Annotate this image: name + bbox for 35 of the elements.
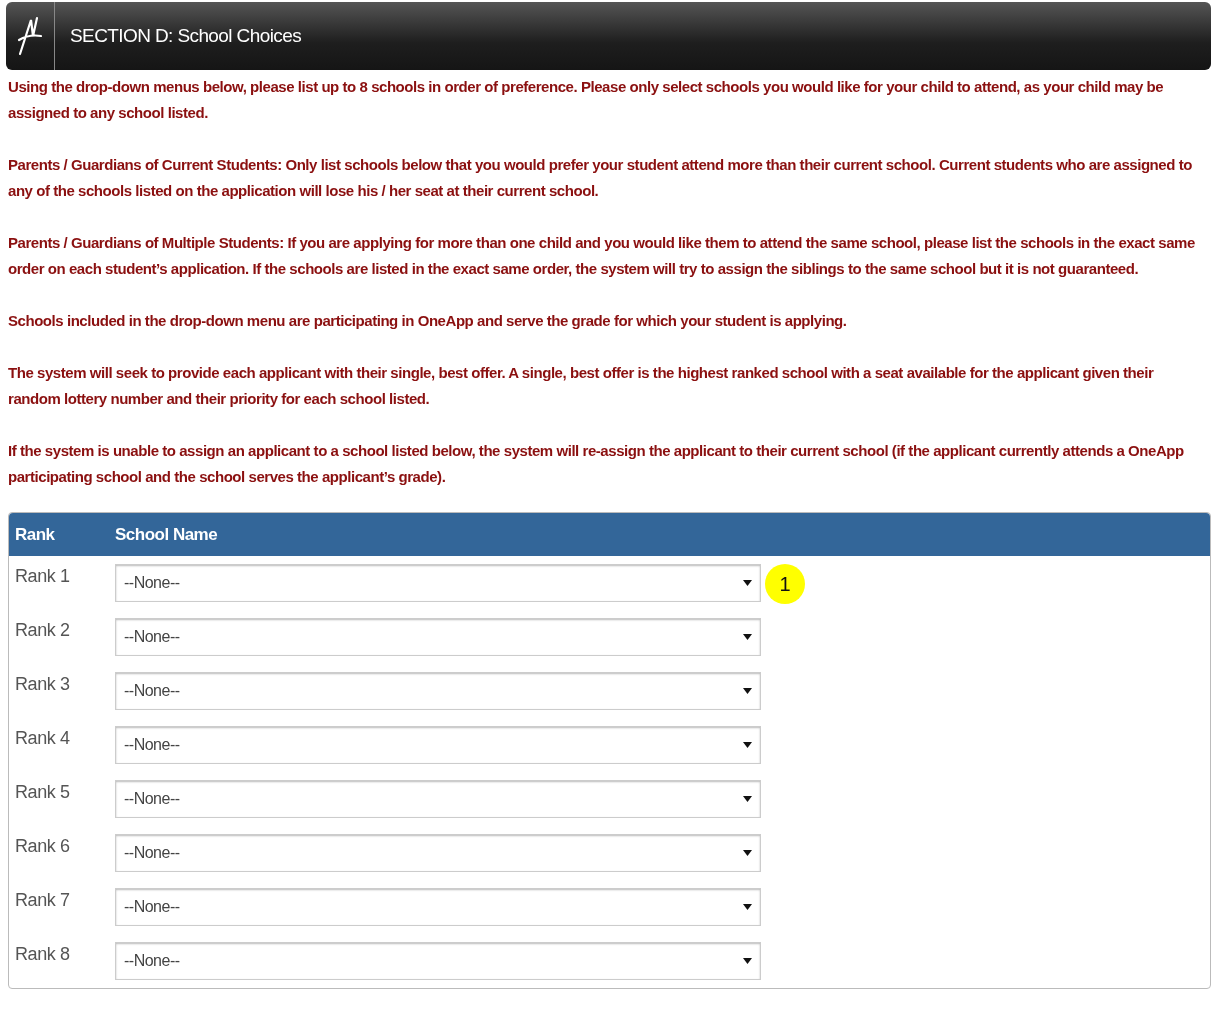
rank-label: Rank 1 (14, 566, 71, 587)
rank-label: Rank 7 (14, 890, 71, 911)
instruction-paragraph: Parents / Guardians of Current Students: Only list schools below that you would prefer your student attend more than their current school. Current students who are assigned to any of the schools listed on the application will lose his / her seat at their current school. (8, 155, 1193, 201)
instruction-paragraph: Using the drop-down menus below, please list up to 8 schools in order of preference. Please only select schools you would like for your child to attend, as your child may be assigned to any school listed. (8, 77, 1165, 123)
rank-label: Rank 5 (14, 782, 71, 803)
section-title: SECTION D: School Choices (70, 25, 302, 47)
instruction-paragraph: Schools included in the drop-down menu are participating in OneApp and serve the grade for which your student is applying. (8, 311, 848, 331)
school-dropdown[interactable]: --None-- (115, 780, 761, 818)
school-dropdown[interactable]: --None-- (115, 942, 761, 980)
caret-icon (743, 796, 752, 802)
rank-label: Rank 6 (14, 836, 71, 857)
caret-icon (743, 634, 752, 640)
caret-icon (743, 688, 752, 694)
callout-badge: 1 (765, 564, 805, 604)
caret-icon (743, 904, 752, 910)
school-dropdown[interactable]: --None-- (115, 834, 761, 872)
signature-logo-icon (17, 16, 43, 56)
caret-icon (743, 580, 752, 586)
school-dropdown[interactable]: --None-- (115, 888, 761, 926)
column-header: School Name (115, 524, 218, 545)
instruction-paragraph: If the system is unable to assign an applicant to a school listed below, the system will re-assign the applicant to their current school (if the applicant currently attends a OneApp participating school and the school serves the applicant’s grade). (8, 441, 1185, 487)
rank-label: Rank 2 (14, 620, 71, 641)
rank-label: Rank 8 (14, 944, 71, 965)
school-dropdown[interactable]: --None-- (115, 618, 761, 656)
caret-icon (743, 958, 752, 964)
rank-label: Rank 3 (14, 674, 71, 695)
caret-icon (743, 850, 752, 856)
rank-label: Rank 4 (14, 728, 71, 749)
caret-icon (743, 742, 752, 748)
school-dropdown[interactable]: --None-- (115, 672, 761, 710)
column-header: Rank (14, 524, 56, 545)
instruction-paragraph: Parents / Guardians of Multiple Students: If you are applying for more than one child and you would like them to attend the same school, please list the schools in the exact same order on each student’s application. If the schools are listed in the exact same order, the system will try to assign the siblings to the same school but it is not guaranteed. (8, 233, 1196, 279)
school-dropdown[interactable]: --None-- (115, 564, 761, 602)
instruction-paragraph: The system will seek to provide each applicant with their single, best offer. A single, best offer is the highest ranked school with a seat available for the applicant given their random lottery number and their priority for each school listed. (8, 363, 1155, 409)
school-dropdown[interactable]: --None-- (115, 726, 761, 764)
